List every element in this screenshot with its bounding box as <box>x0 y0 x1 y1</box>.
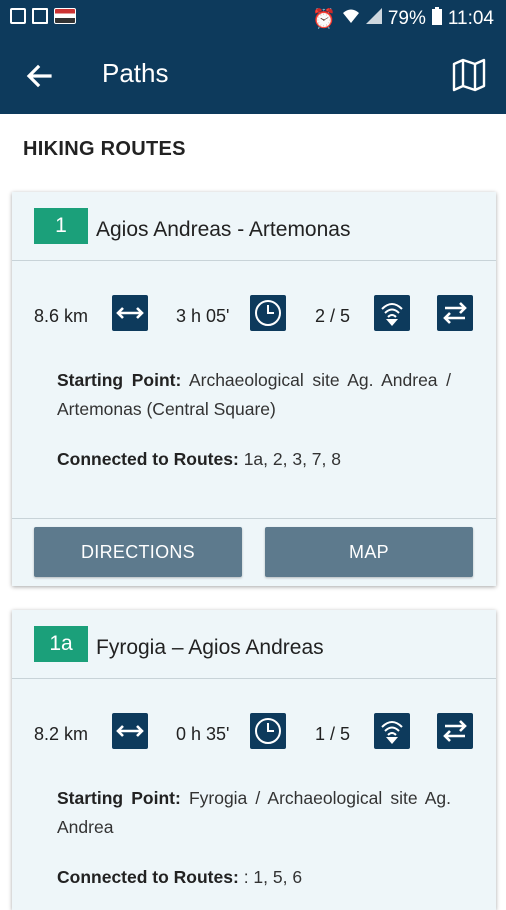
route-header[interactable]: 1 Agios Andreas - Artemonas <box>12 192 496 261</box>
clock-icon <box>250 713 286 749</box>
starting-point: Starting Point: Archaeological site Ag. … <box>57 366 451 424</box>
connected-routes-label: Connected to Routes: <box>57 449 239 469</box>
starting-point: Starting Point: Fyrogia / Archaeological… <box>57 784 451 842</box>
arrow-left-icon <box>26 64 52 88</box>
connected-routes-value: : 1, 5, 6 <box>243 867 303 887</box>
section-title: HIKING ROUTES <box>23 138 186 160</box>
route-difficulty: 2 / 5 <box>315 306 351 326</box>
route-distance: 8.6 km <box>34 306 89 326</box>
connected-routes: Connected to Routes: : 1, 5, 6 <box>57 863 451 892</box>
route-card: 1 Agios Andreas - Artemonas 8.6 km 3 h 0… <box>12 192 496 586</box>
connected-routes: Connected to Routes: 1a, 2, 3, 7, 8 <box>57 445 451 474</box>
battery-level: 79% <box>387 8 426 29</box>
swap-direction-icon[interactable] <box>437 295 473 331</box>
status-bar: ⏰ 79% 11:04 <box>0 0 506 36</box>
map-button[interactable]: MAP <box>265 527 473 577</box>
route-distance: 8.2 km <box>34 724 89 744</box>
route-number-badge: 1a <box>34 626 88 662</box>
route-duration: 3 h 05' <box>176 306 230 326</box>
starting-point-label: Starting Point: <box>57 788 181 808</box>
difficulty-icon <box>374 295 410 331</box>
image-icon <box>10 8 26 24</box>
app-bar: Paths <box>0 36 506 114</box>
distance-icon <box>112 713 148 749</box>
page-title: Paths <box>102 58 169 88</box>
map-view-button[interactable] <box>450 56 488 94</box>
route-stats: 8.6 km 3 h 05' 2 / 5 <box>12 261 496 367</box>
status-right: ⏰ 79% 11:04 <box>312 7 494 31</box>
signal-icon <box>365 8 382 30</box>
starting-point-label: Starting Point: <box>57 370 182 390</box>
notification-icons <box>10 8 76 24</box>
route-difficulty: 1 / 5 <box>315 724 351 744</box>
connected-routes-value: 1a, 2, 3, 7, 8 <box>243 449 341 469</box>
route-stats: 8.2 km 0 h 35' 1 / 5 <box>12 679 496 785</box>
distance-icon <box>112 295 148 331</box>
mail-icon <box>32 8 48 24</box>
route-number-badge: 1 <box>34 208 88 244</box>
route-duration: 0 h 35' <box>176 724 230 744</box>
difficulty-icon <box>374 713 410 749</box>
back-button[interactable] <box>22 58 58 94</box>
map-icon <box>452 58 486 92</box>
directions-button[interactable]: DIRECTIONS <box>34 527 242 577</box>
swap-direction-icon[interactable] <box>437 713 473 749</box>
connected-routes-label: Connected to Routes: <box>57 867 239 887</box>
flag-icon <box>54 8 76 24</box>
battery-icon <box>431 7 442 31</box>
route-name: Fyrogia – Agios Andreas <box>96 636 324 659</box>
route-card: 1a Fyrogia – Agios Andreas 8.2 km 0 h 35… <box>12 610 496 910</box>
clock-icon <box>250 295 286 331</box>
route-actions: DIRECTIONS MAP <box>12 518 496 587</box>
alarm-icon: ⏰ <box>312 9 336 30</box>
route-name: Agios Andreas - Artemonas <box>96 218 351 241</box>
wifi-icon <box>342 8 360 30</box>
clock: 11:04 <box>447 8 494 29</box>
route-header[interactable]: 1a Fyrogia – Agios Andreas <box>12 610 496 679</box>
